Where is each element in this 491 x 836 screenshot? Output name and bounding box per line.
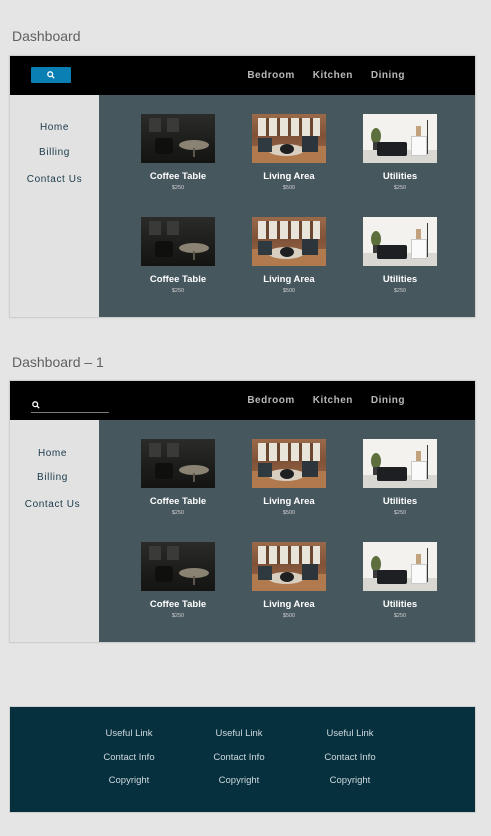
sidebar-item-billing[interactable]: Billing [10, 147, 99, 158]
product-price: $250 [393, 185, 407, 191]
search-input[interactable] [31, 399, 109, 413]
nav-kitchen[interactable]: Kitchen [313, 70, 353, 81]
sidebar-item-billing[interactable]: Billing [10, 472, 97, 483]
product-title: Living Area [263, 599, 315, 610]
product-price: $250 [393, 510, 407, 516]
product-card[interactable]: Utilities $250 [363, 217, 437, 294]
product-card[interactable]: Utilities $250 [363, 542, 437, 619]
living-area-photo [252, 114, 326, 163]
footer-link-copyright[interactable]: Copyright [74, 775, 184, 799]
product-grid: Coffee Table $250 Living Area $500 Utili… [99, 420, 475, 642]
product-title: Living Area [263, 171, 315, 182]
living-area-photo [252, 542, 326, 591]
footer-column: Useful Link Contact Info Copyright [184, 728, 294, 799]
footer-link-copyright[interactable]: Copyright [295, 775, 405, 799]
product-card[interactable]: Living Area $500 [252, 439, 326, 516]
product-card[interactable]: Living Area $500 [252, 217, 326, 294]
product-grid: Coffee Table $250 Living Area $500 Utili… [99, 95, 475, 317]
product-title: Coffee Table [149, 496, 207, 507]
product-title: Living Area [263, 274, 315, 285]
living-area-photo [252, 217, 326, 266]
sidebar: Home Billing Contact Us [10, 420, 99, 642]
product-price: $500 [282, 185, 296, 191]
nav-links: Bedroom Kitchen Dining [247, 56, 405, 95]
product-card[interactable]: Living Area $500 [252, 114, 326, 191]
product-card[interactable]: Coffee Table $250 [141, 439, 215, 516]
top-navbar: Bedroom Kitchen Dining [10, 381, 475, 420]
product-card[interactable]: Coffee Table $250 [141, 217, 215, 294]
product-price: $250 [393, 288, 407, 294]
product-title: Coffee Table [149, 599, 207, 610]
coffee-table-photo [141, 439, 215, 488]
top-navbar: Bedroom Kitchen Dining [10, 56, 475, 95]
footer-link-useful-link[interactable]: Useful Link [295, 728, 405, 752]
sidebar: Home Billing Contact Us [10, 95, 99, 317]
product-title: Utilities [382, 274, 418, 285]
footer-link-useful-link[interactable]: Useful Link [74, 728, 184, 752]
nav-kitchen[interactable]: Kitchen [313, 395, 353, 406]
footer-link-contact-info[interactable]: Contact Info [74, 752, 184, 776]
coffee-table-photo [141, 114, 215, 163]
footer-link-contact-info[interactable]: Contact Info [295, 752, 405, 776]
footer-column: Useful Link Contact Info Copyright [74, 728, 184, 799]
sidebar-item-contact-us[interactable]: Contact Us [10, 174, 99, 185]
search-icon [32, 401, 40, 409]
product-price: $500 [282, 288, 296, 294]
search-icon [47, 71, 55, 79]
product-price: $250 [171, 613, 185, 619]
search-button[interactable] [31, 67, 71, 83]
product-title: Coffee Table [149, 171, 207, 182]
product-card[interactable]: Utilities $250 [363, 439, 437, 516]
coffee-table-photo [141, 217, 215, 266]
footer-link-useful-link[interactable]: Useful Link [184, 728, 294, 752]
nav-links: Bedroom Kitchen Dining [247, 381, 405, 420]
footer-link-copyright[interactable]: Copyright [184, 775, 294, 799]
product-price: $500 [282, 510, 296, 516]
utilities-photo [363, 114, 437, 163]
coffee-table-photo [141, 542, 215, 591]
product-card[interactable]: Coffee Table $250 [141, 114, 215, 191]
product-price: $250 [171, 185, 185, 191]
nav-bedroom[interactable]: Bedroom [247, 395, 294, 406]
utilities-photo [363, 217, 437, 266]
dashboard-frame: Bedroom Kitchen Dining Home Billing Cont… [9, 55, 476, 318]
product-title: Utilities [382, 599, 418, 610]
product-title: Coffee Table [149, 274, 207, 285]
product-price: $250 [171, 510, 185, 516]
footer-link-contact-info[interactable]: Contact Info [184, 752, 294, 776]
footer: Useful Link Contact Info Copyright Usefu… [9, 706, 476, 813]
dashboard-1-frame: Bedroom Kitchen Dining Home Billing Cont… [9, 380, 476, 643]
product-card[interactable]: Coffee Table $250 [141, 542, 215, 619]
utilities-photo [363, 542, 437, 591]
footer-column: Useful Link Contact Info Copyright [295, 728, 405, 799]
product-price: $250 [171, 288, 185, 294]
living-area-photo [252, 439, 326, 488]
product-title: Utilities [382, 496, 418, 507]
nav-bedroom[interactable]: Bedroom [247, 70, 294, 81]
nav-dining[interactable]: Dining [371, 395, 405, 406]
sidebar-item-home[interactable]: Home [10, 448, 97, 459]
product-title: Living Area [263, 496, 315, 507]
nav-dining[interactable]: Dining [371, 70, 405, 81]
artboard-title-dashboard: Dashboard [12, 28, 81, 44]
sidebar-item-contact-us[interactable]: Contact Us [10, 499, 97, 510]
product-price: $250 [393, 613, 407, 619]
product-title: Utilities [382, 171, 418, 182]
artboard-title-dashboard-1: Dashboard – 1 [12, 354, 104, 370]
utilities-photo [363, 439, 437, 488]
product-card[interactable]: Living Area $500 [252, 542, 326, 619]
product-card[interactable]: Utilities $250 [363, 114, 437, 191]
sidebar-item-home[interactable]: Home [10, 122, 99, 133]
product-price: $500 [282, 613, 296, 619]
